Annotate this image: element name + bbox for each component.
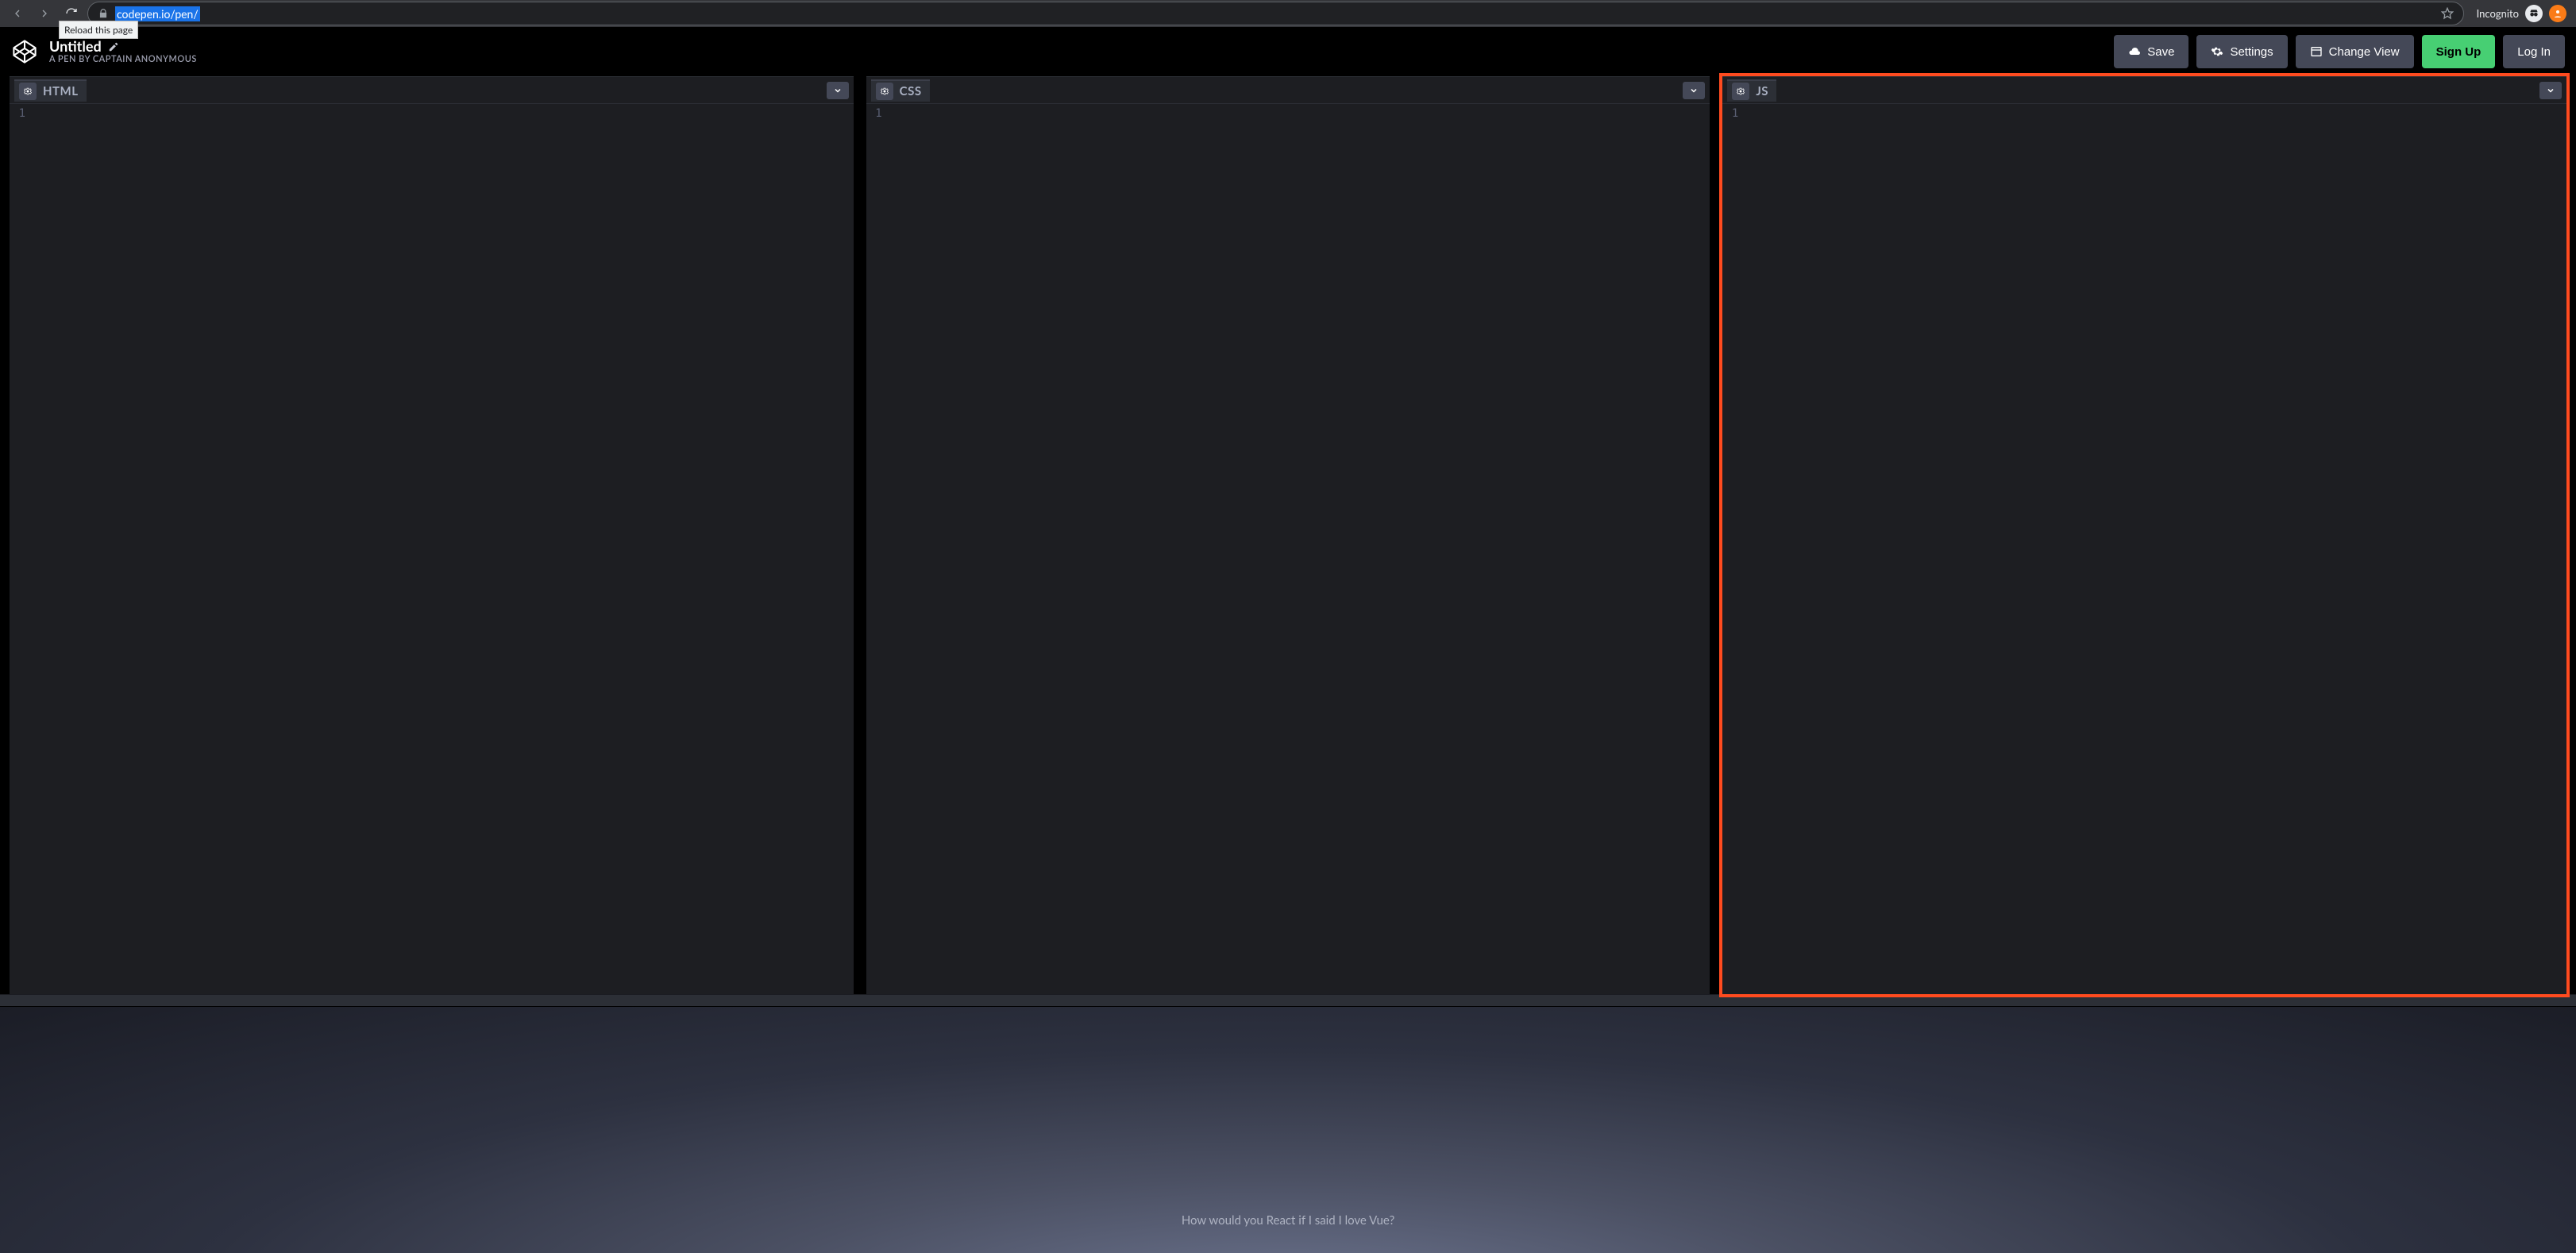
codepen-logo[interactable] (11, 38, 38, 65)
js-line-number: 1 (1722, 104, 1745, 994)
change-view-button[interactable]: Change View (2296, 35, 2414, 68)
settings-button[interactable]: Settings (2196, 35, 2287, 68)
editors-row: HTML 1 CSS 1 (0, 76, 2576, 994)
log-in-button-label: Log In (2517, 45, 2551, 59)
pen-subtitle: A PEN BY CAPTAIN ANONYMOUS (49, 55, 197, 64)
js-dropdown-button[interactable] (2539, 82, 2562, 99)
forward-button (33, 2, 56, 25)
css-line-number: 1 (866, 104, 889, 994)
html-code-input[interactable] (32, 104, 854, 994)
lock-icon (98, 8, 109, 19)
html-line-number: 1 (10, 104, 32, 994)
layout-icon (2310, 45, 2323, 58)
html-editor-header: HTML (10, 77, 854, 104)
css-code-input[interactable] (889, 104, 1710, 994)
pencil-icon[interactable] (108, 41, 119, 52)
css-editor: CSS 1 (866, 76, 1710, 994)
profile-avatar[interactable] (2549, 5, 2566, 22)
js-settings-button[interactable] (1732, 83, 1749, 100)
gear-icon (2211, 45, 2223, 58)
css-editor-header: CSS (866, 77, 1710, 104)
html-settings-button[interactable] (19, 83, 37, 100)
pen-title[interactable]: Untitled (49, 39, 102, 55)
change-view-button-label: Change View (2329, 45, 2400, 59)
vertical-resize-handle[interactable] (0, 994, 2576, 1007)
address-bar[interactable]: codepen.io/pen/ (87, 2, 2464, 25)
html-dropdown-button[interactable] (827, 82, 849, 99)
preview-text: How would you React if I said I love Vue… (1182, 1213, 1394, 1228)
pen-title-block: Untitled A PEN BY CAPTAIN ANONYMOUS (49, 39, 197, 64)
save-button[interactable]: Save (2114, 35, 2188, 68)
html-editor-tab: HTML (14, 79, 87, 102)
settings-button-label: Settings (2230, 45, 2273, 59)
js-editor-header: JS (1722, 77, 2566, 104)
css-settings-button[interactable] (876, 83, 893, 100)
preview-pane: How would you React if I said I love Vue… (0, 1007, 2576, 1253)
sign-up-button[interactable]: Sign Up (2422, 35, 2496, 68)
gear-icon (1736, 87, 1745, 96)
js-editor-body: 1 (1722, 104, 2566, 994)
js-editor-title: JS (1756, 84, 1768, 98)
sign-up-button-label: Sign Up (2436, 45, 2482, 59)
gear-icon (880, 87, 889, 96)
js-editor-tab: JS (1727, 79, 1776, 102)
log-in-button[interactable]: Log In (2503, 35, 2565, 68)
chevron-down-icon (2546, 86, 2555, 95)
browser-toolbar: codepen.io/pen/ Incognito Reload this pa… (0, 0, 2576, 27)
incognito-icon[interactable] (2525, 5, 2543, 22)
html-editor-title: HTML (43, 84, 79, 98)
html-editor-body: 1 (10, 104, 854, 994)
cloud-icon (2128, 45, 2141, 58)
reload-tooltip: Reload this page (59, 21, 138, 39)
css-editor-tab: CSS (871, 79, 930, 102)
css-editor-body: 1 (866, 104, 1710, 994)
chevron-down-icon (1689, 86, 1699, 95)
url-text[interactable]: codepen.io/pen/ (115, 6, 200, 21)
browser-right-cluster: Incognito (2469, 5, 2570, 22)
js-code-input[interactable] (1745, 104, 2566, 994)
bookmark-star-icon[interactable] (2441, 7, 2454, 20)
css-dropdown-button[interactable] (1683, 82, 1705, 99)
html-editor: HTML 1 (10, 76, 854, 994)
js-editor: JS 1 (1722, 76, 2566, 994)
app-header: Untitled A PEN BY CAPTAIN ANONYMOUS Save… (0, 27, 2576, 76)
chevron-down-icon (833, 86, 843, 95)
css-editor-title: CSS (900, 84, 922, 98)
incognito-label: Incognito (2477, 7, 2519, 20)
gear-icon (23, 87, 33, 96)
back-button (6, 2, 29, 25)
save-button-label: Save (2147, 45, 2174, 59)
